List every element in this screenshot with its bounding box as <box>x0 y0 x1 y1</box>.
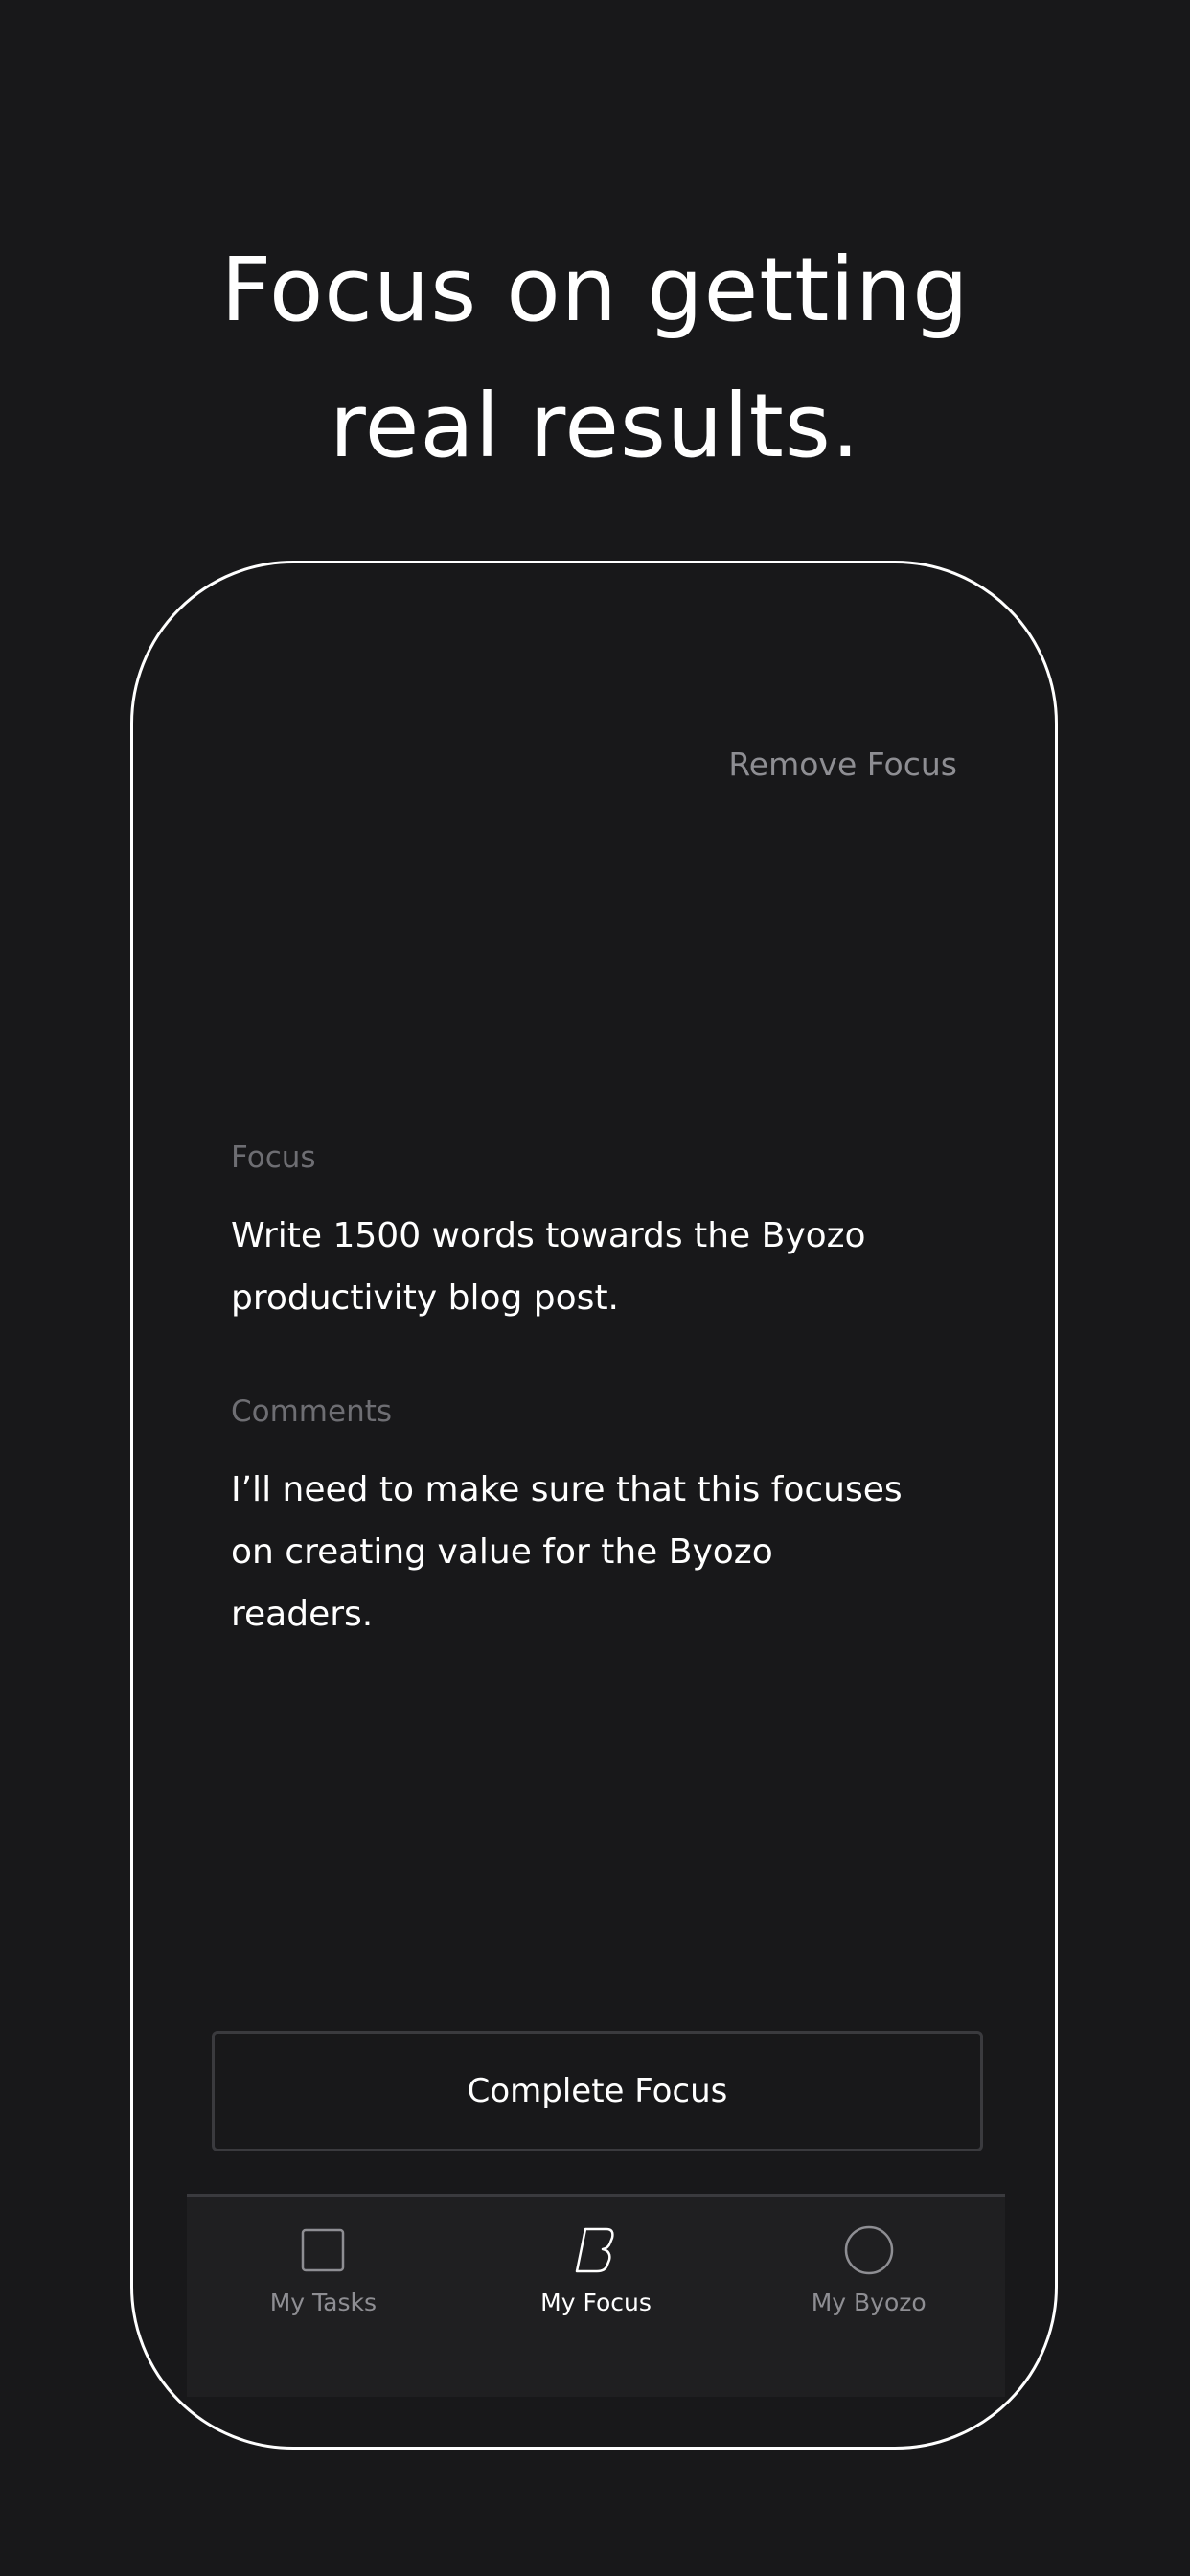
comments-text: I’ll need to make sure that this focuses… <box>231 1470 903 1634</box>
byozo-b-icon <box>571 2225 621 2275</box>
phone-frame: Remove Focus Focus Write 1500 words towa… <box>130 561 1058 2450</box>
focus-text: Write 1500 words towards the Byozo produ… <box>231 1216 866 1318</box>
comments-label: Comments <box>231 1394 393 1429</box>
marketing-headline: Focus on getting real results. <box>0 222 1190 494</box>
tab-label-my-focus: My Focus <box>540 2288 652 2316</box>
remove-focus-button[interactable]: Remove Focus <box>728 746 957 783</box>
complete-focus-button[interactable]: Complete Focus <box>212 2031 983 2151</box>
tab-my-tasks[interactable]: My Tasks <box>187 2196 460 2397</box>
tab-bar: My Tasks My Focus My Byozo <box>187 2194 1005 2397</box>
headline-line-2: real results. <box>329 374 861 477</box>
tab-my-focus[interactable]: My Focus <box>460 2196 733 2397</box>
tab-label-my-tasks: My Tasks <box>269 2288 377 2316</box>
headline-line-1: Focus on getting <box>220 238 970 341</box>
focus-label: Focus <box>231 1140 316 1175</box>
circle-icon <box>844 2225 894 2275</box>
square-icon <box>298 2225 348 2275</box>
tab-my-byozo[interactable]: My Byozo <box>732 2196 1005 2397</box>
tab-label-my-byozo: My Byozo <box>811 2288 927 2316</box>
